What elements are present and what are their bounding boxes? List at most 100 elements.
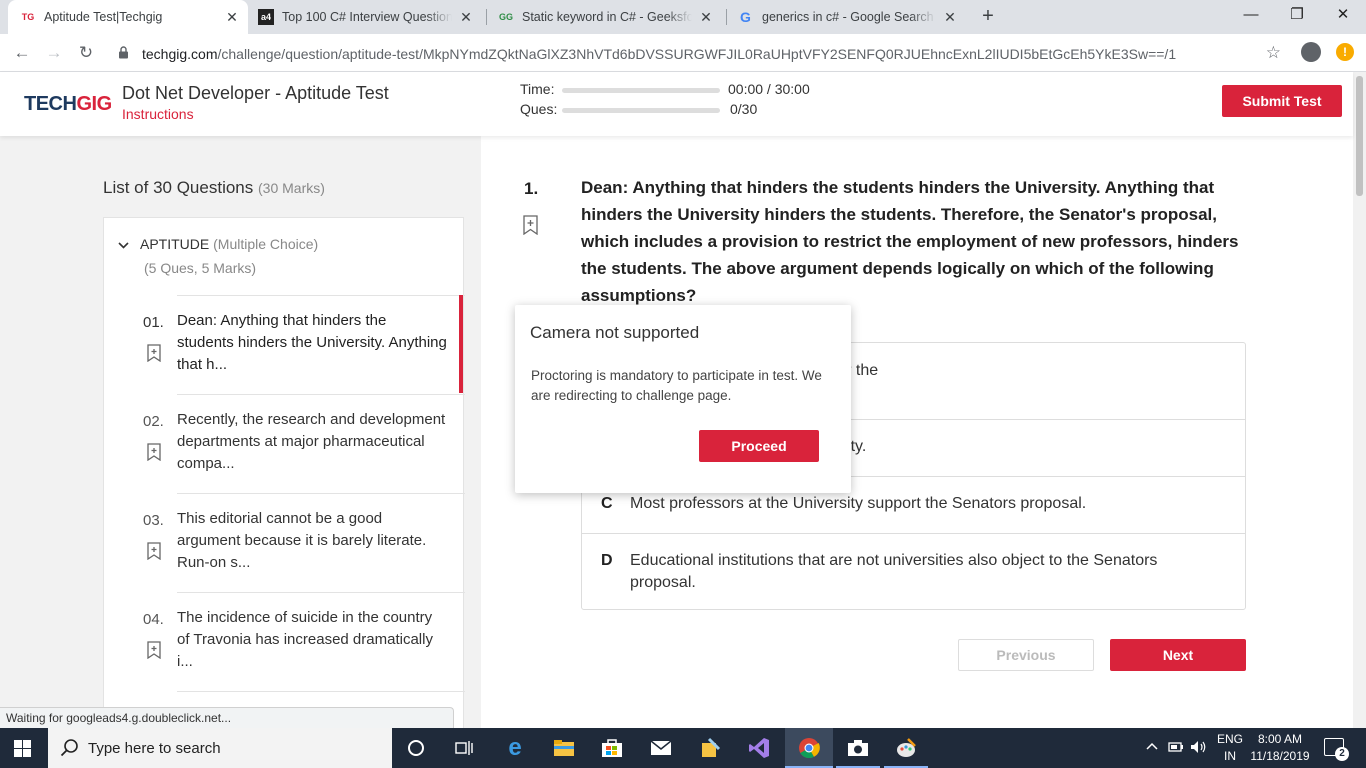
- windows-start-icon[interactable]: [14, 740, 31, 757]
- question-list-item[interactable]: 02. Recently, the research and developme…: [104, 411, 463, 493]
- edge-browser-icon[interactable]: e: [503, 734, 527, 761]
- chrome-icon[interactable]: [797, 736, 821, 760]
- network-icon[interactable]: [1168, 741, 1184, 768]
- question-number: 1.: [524, 179, 539, 198]
- url-host: techgig.com: [142, 46, 218, 62]
- browser-tab-techgig[interactable]: TG Aptitude Test|Techgig ✕: [8, 0, 248, 34]
- minimize-icon[interactable]: —: [1228, 0, 1274, 30]
- question-list-title-text: List of 30 Questions: [103, 178, 254, 197]
- taskbar-search-box[interactable]: Type here to search: [48, 728, 392, 768]
- section-header[interactable]: APTITUDE (Multiple Choice): [118, 236, 318, 252]
- cortana-icon[interactable]: [404, 736, 428, 760]
- test-title: Dot Net Developer - Aptitude Test: [122, 83, 389, 103]
- forward-arrow-icon[interactable]: →: [42, 41, 66, 65]
- mail-icon[interactable]: [649, 736, 673, 760]
- divider: [177, 394, 465, 395]
- window-close-icon[interactable]: ✕: [1320, 0, 1366, 30]
- time-label: Time:: [520, 81, 555, 97]
- tab-title: Top 100 C# Interview Questions a: [282, 10, 452, 24]
- techgig-logo[interactable]: TECHGIG: [24, 93, 112, 116]
- bookmark-icon[interactable]: [147, 542, 161, 560]
- bookmark-star-icon[interactable]: ☆: [1266, 43, 1281, 63]
- task-view-icon[interactable]: [452, 736, 476, 760]
- section-type: (Multiple Choice): [213, 236, 319, 252]
- close-tab-icon[interactable]: ✕: [942, 9, 958, 26]
- system-clock[interactable]: 8:00 AM 11/18/2019: [1248, 731, 1312, 765]
- bookmark-icon[interactable]: [147, 443, 161, 461]
- time-value: 00:00 / 30:00: [728, 81, 810, 97]
- question-list-item[interactable]: 03. This editorial cannot be a good argu…: [104, 510, 463, 592]
- time-progress-bar: [562, 88, 720, 93]
- question-preview: This editorial cannot be a good argument…: [177, 510, 427, 571]
- svg-text:G: G: [740, 9, 751, 25]
- dialog-title: Camera not supported: [530, 323, 700, 342]
- browser-tab-geeksforgeeks[interactable]: GG Static keyword in C# - GeeksforG ✕: [490, 0, 722, 34]
- app-tools-icon[interactable]: [698, 736, 722, 760]
- tab-title: Aptitude Test|Techgig: [44, 10, 163, 24]
- action-center-icon[interactable]: 2: [1324, 738, 1349, 761]
- tab-title: generics in c# - Google Search: [762, 10, 934, 24]
- visual-studio-icon[interactable]: [747, 736, 771, 760]
- address-bar[interactable]: techgig.com/challenge/question/aptitude-…: [108, 38, 1293, 68]
- camera-not-supported-dialog: Camera not supported Proctoring is manda…: [515, 305, 851, 493]
- microsoft-store-icon[interactable]: [600, 736, 624, 760]
- clock-time: 8:00 AM: [1257, 732, 1303, 746]
- region-code: IN: [1224, 749, 1236, 763]
- a4-favicon: a4: [258, 9, 274, 25]
- question-number: 04.: [143, 611, 164, 628]
- browser-tab-strip: TG Aptitude Test|Techgig ✕ a4 Top 100 C#…: [0, 0, 1366, 34]
- new-tab-plus-icon[interactable]: +: [978, 5, 998, 29]
- active-question-indicator: [459, 295, 463, 393]
- camera-app-icon[interactable]: [846, 736, 870, 760]
- submit-test-button[interactable]: Submit Test: [1222, 85, 1342, 117]
- paint-app-icon[interactable]: [894, 736, 918, 760]
- question-number: 01.: [143, 314, 164, 331]
- logo-text-tech: TECH: [24, 93, 77, 115]
- browser-tab-google[interactable]: G generics in c# - Google Search ✕: [730, 0, 966, 34]
- question-number: 02.: [143, 413, 164, 430]
- close-tab-icon[interactable]: ✕: [458, 9, 474, 26]
- dialog-message: Proctoring is mandatory to participate i…: [531, 368, 822, 403]
- tab-separator: [726, 9, 727, 25]
- previous-button[interactable]: Previous: [958, 639, 1094, 671]
- ques-value: 0/30: [730, 101, 758, 117]
- file-explorer-icon[interactable]: [552, 736, 576, 760]
- instructions-link[interactable]: Instructions: [122, 106, 194, 122]
- volume-icon[interactable]: [1190, 740, 1208, 768]
- question-preview: Recently, the research and development d…: [177, 411, 446, 472]
- lock-icon: [119, 46, 128, 59]
- reload-icon[interactable]: ↻: [74, 41, 98, 65]
- update-alert-icon[interactable]: !: [1336, 43, 1354, 61]
- techgig-favicon: TG: [21, 12, 35, 22]
- option-d[interactable]: D Educational institutions that are not …: [582, 534, 1245, 609]
- back-arrow-icon[interactable]: ←: [10, 41, 34, 65]
- question-list-item[interactable]: 04. The incidence of suicide in the coun…: [104, 609, 463, 691]
- ques-progress-bar: [562, 108, 720, 113]
- close-tab-icon[interactable]: ✕: [698, 9, 714, 26]
- question-list-card: APTITUDE (Multiple Choice) (5 Ques, 5 Ma…: [103, 217, 465, 737]
- divider: [177, 592, 465, 593]
- page-scrollbar-thumb[interactable]: [1356, 76, 1363, 196]
- browser-tab-interview[interactable]: a4 Top 100 C# Interview Questions a ✕: [250, 0, 482, 34]
- restore-icon[interactable]: ❐: [1274, 0, 1320, 30]
- geeksforgeeks-favicon: GG: [498, 12, 513, 22]
- input-language-indicator[interactable]: ENG IN: [1214, 731, 1246, 765]
- profile-avatar-icon[interactable]: [1301, 42, 1321, 62]
- section-name: APTITUDE: [140, 236, 210, 252]
- bookmark-icon[interactable]: [147, 641, 161, 659]
- divider: [177, 493, 465, 494]
- language-code: ENG: [1216, 732, 1243, 746]
- bookmark-icon[interactable]: [523, 215, 538, 235]
- chevron-down-icon[interactable]: [118, 236, 129, 252]
- close-tab-icon[interactable]: ✕: [224, 9, 240, 26]
- option-text: Educational institutions that are not un…: [630, 552, 1158, 591]
- question-list-item[interactable]: 01. Dean: Anything that hinders the stud…: [104, 312, 463, 394]
- divider: [177, 295, 465, 296]
- bookmark-icon[interactable]: [147, 344, 161, 362]
- search-placeholder: Type here to search: [88, 740, 221, 757]
- proceed-button[interactable]: Proceed: [699, 430, 819, 462]
- next-button[interactable]: Next: [1110, 639, 1246, 671]
- option-letter: C: [601, 495, 613, 512]
- show-hidden-icons-icon[interactable]: [1146, 740, 1158, 768]
- search-icon: [60, 739, 78, 757]
